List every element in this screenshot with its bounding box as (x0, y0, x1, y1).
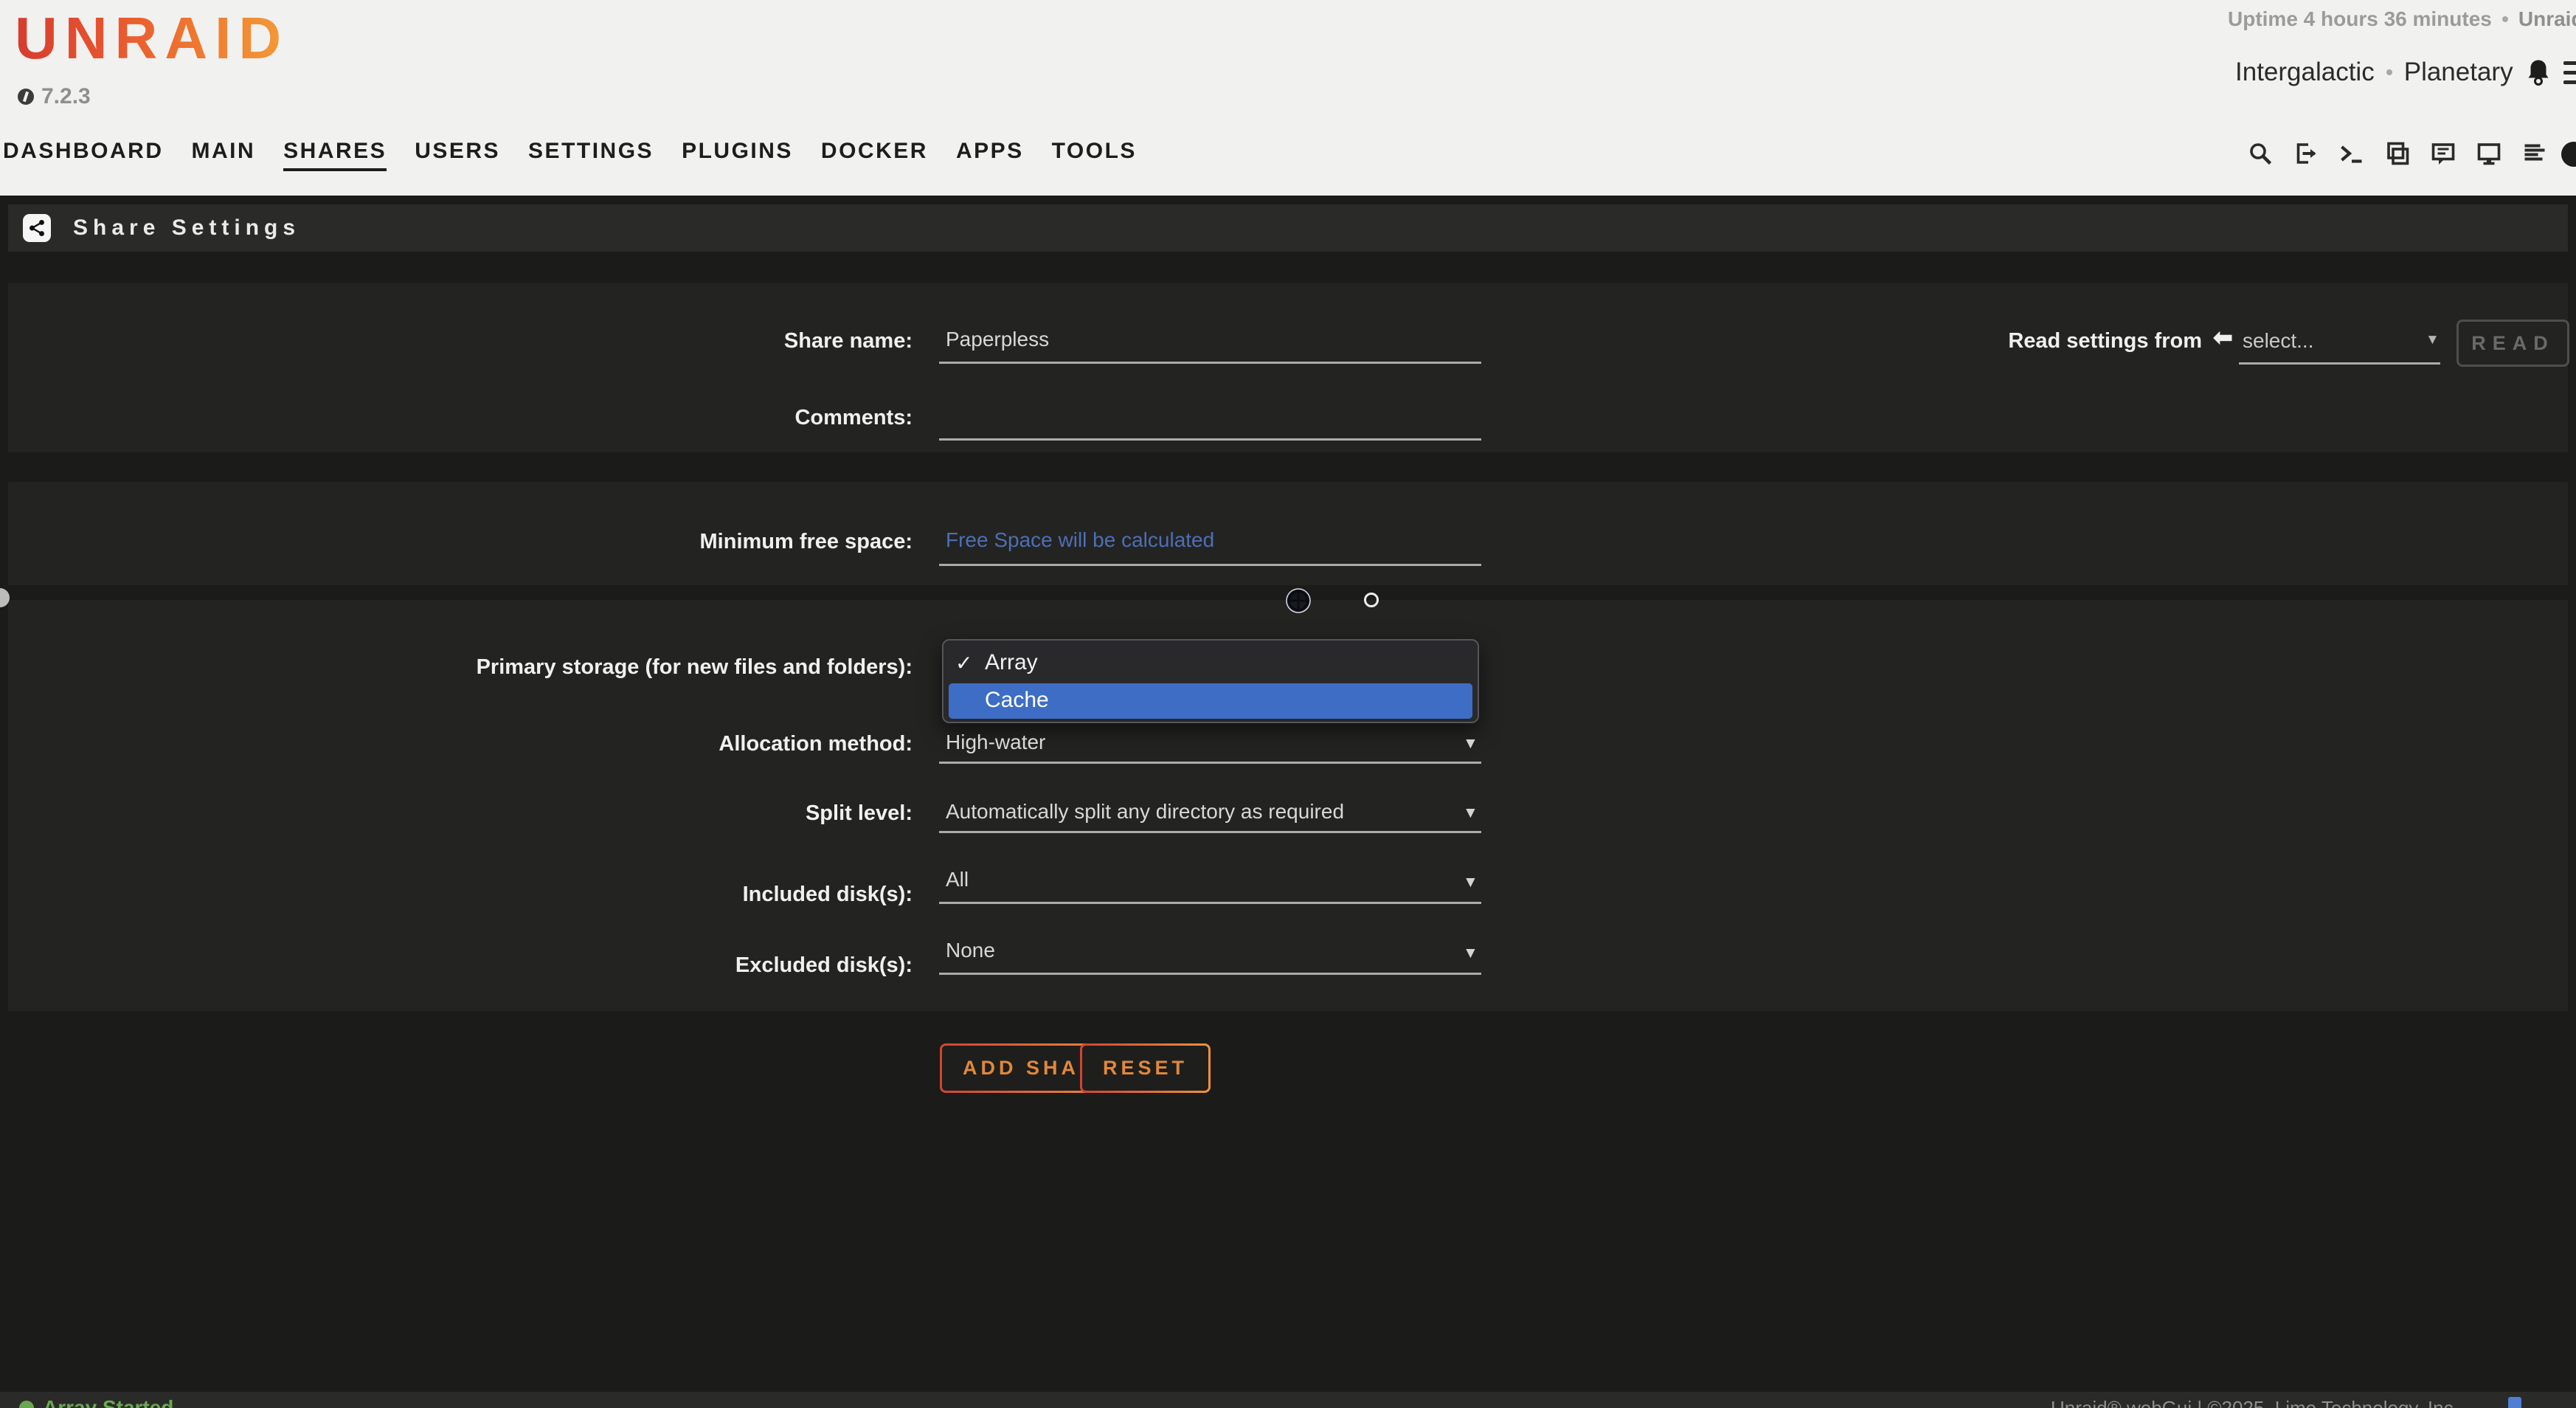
dropdown-option-label: Cache (985, 688, 1049, 713)
unraid-logo[interactable]: UNRAID (15, 4, 288, 72)
array-status-dot-icon (19, 1401, 34, 1408)
uptime-row: Uptime 4 hours 36 minutes Unraid OS Star… (2228, 7, 2576, 31)
server-name[interactable]: Intergalactic (2235, 58, 2375, 87)
footer-blue-icon[interactable] (2508, 1397, 2521, 1408)
share-name-input[interactable]: Paperpless (946, 328, 1049, 351)
version-row: 7.2.3 (18, 84, 91, 109)
share-name-underline (939, 362, 1481, 364)
os-edition-label: Unraid OS Starter (2518, 7, 2576, 31)
copy-icon[interactable] (2384, 140, 2411, 167)
read-settings-caret-icon[interactable]: ▼ (2426, 332, 2440, 348)
excluded-disks-underline (939, 973, 1481, 975)
dot-separator-icon (2502, 16, 2508, 22)
header: UNRAID 7.2.3 Uptime 4 hours 36 minutes U… (0, 0, 2576, 196)
theme-circle-icon[interactable] (2561, 142, 2576, 167)
nav-settings[interactable]: SETTINGS (528, 139, 654, 168)
split-level-underline (939, 831, 1481, 833)
array-status-label: Array Started (43, 1396, 173, 1408)
nav-plugins[interactable]: PLUGINS (682, 139, 793, 168)
search-icon[interactable] (2247, 140, 2274, 167)
allocation-method-select[interactable]: High-water (946, 731, 1045, 754)
reset-button[interactable]: RESET (1080, 1043, 1211, 1093)
feedback-icon[interactable] (2430, 140, 2456, 167)
toolbar (2247, 140, 2548, 167)
logout-icon[interactable] (2293, 140, 2319, 167)
read-settings-select[interactable]: select... (2243, 329, 2313, 353)
read-settings-label: Read settings from (1770, 329, 2202, 353)
nav-main[interactable]: MAIN (192, 139, 256, 168)
comments-underline (939, 438, 1481, 441)
min-free-space-input[interactable]: Free Space will be calculated (946, 528, 1214, 552)
move-cursor-icon (1284, 587, 1312, 615)
min-free-space-label: Minimum free space: (148, 530, 913, 554)
read-button[interactable]: READ (2456, 320, 2569, 367)
included-disks-select[interactable]: All (946, 868, 969, 891)
log-icon[interactable] (2521, 140, 2548, 167)
dropdown-option-cache[interactable]: Cache (949, 683, 1472, 719)
dropdown-option-label: Array (985, 650, 1038, 675)
uptime-label: Uptime 4 hours 36 minutes (2228, 7, 2492, 31)
terminal-icon[interactable] (2338, 140, 2365, 167)
server-row: Intergalactic Planetary (2235, 58, 2576, 87)
comments-label: Comments: (148, 406, 913, 430)
server-description: Planetary (2404, 58, 2513, 87)
share-name-label: Share name: (148, 329, 913, 353)
included-disks-caret-icon[interactable]: ▼ (1463, 874, 1478, 891)
included-disks-underline (939, 902, 1481, 904)
nav-tools[interactable]: TOOLS (1052, 139, 1137, 168)
allocation-method-label: Allocation method: (148, 732, 913, 756)
read-settings-underline (2239, 362, 2440, 365)
nav-apps[interactable]: APPS (956, 139, 1024, 168)
included-disks-label: Included disk(s): (148, 883, 913, 907)
version-icon (18, 89, 34, 105)
primary-storage-label: Primary storage (for new files and folde… (148, 655, 913, 680)
page-title: Share Settings (73, 215, 300, 241)
checkmark-icon: ✓ (955, 651, 972, 675)
split-level-label: Split level: (148, 801, 913, 826)
array-status-link[interactable]: Array Started (19, 1396, 173, 1408)
footer: Array Started Unraid® webGui | ©2025, Li… (0, 1392, 2576, 1408)
menu-hamburger-icon[interactable] (2563, 61, 2576, 84)
share-icon (23, 214, 51, 242)
reset-button-label: RESET (1082, 1046, 1208, 1091)
page-title-bar: Share Settings (8, 204, 2568, 252)
back-arrow-icon: ⬅ (2213, 323, 2233, 351)
min-free-space-underline (939, 564, 1481, 566)
notifications-bell-icon[interactable] (2525, 58, 2552, 87)
excluded-disks-select[interactable]: None (946, 939, 995, 962)
excluded-disks-caret-icon[interactable]: ▼ (1463, 945, 1478, 962)
monitor-icon[interactable] (2476, 140, 2502, 167)
split-level-caret-icon[interactable]: ▼ (1463, 804, 1478, 822)
nav-shares[interactable]: SHARES (283, 139, 387, 171)
primary-storage-dropdown: ✓ Array Cache (942, 639, 1479, 723)
nav-dashboard[interactable]: DASHBOARD (3, 139, 164, 168)
nav-users[interactable]: USERS (415, 139, 500, 168)
main-nav: DASHBOARD MAIN SHARES USERS SETTINGS PLU… (3, 139, 1137, 171)
touch-ring-icon (1364, 593, 1379, 607)
footer-copyright: Unraid® webGui | ©2025, Lime Technology,… (2051, 1397, 2459, 1408)
version-label: 7.2.3 (41, 84, 91, 109)
allocation-method-caret-icon[interactable]: ▼ (1463, 735, 1478, 753)
dot-separator-icon (2386, 69, 2392, 75)
dropdown-option-array[interactable]: ✓ Array (944, 646, 1478, 680)
allocation-method-underline (939, 762, 1481, 764)
split-level-select[interactable]: Automatically split any directory as req… (946, 800, 1344, 824)
os-edition-prefix: Unraid OS (2518, 7, 2576, 30)
nav-docker[interactable]: DOCKER (821, 139, 928, 168)
excluded-disks-label: Excluded disk(s): (148, 953, 913, 978)
